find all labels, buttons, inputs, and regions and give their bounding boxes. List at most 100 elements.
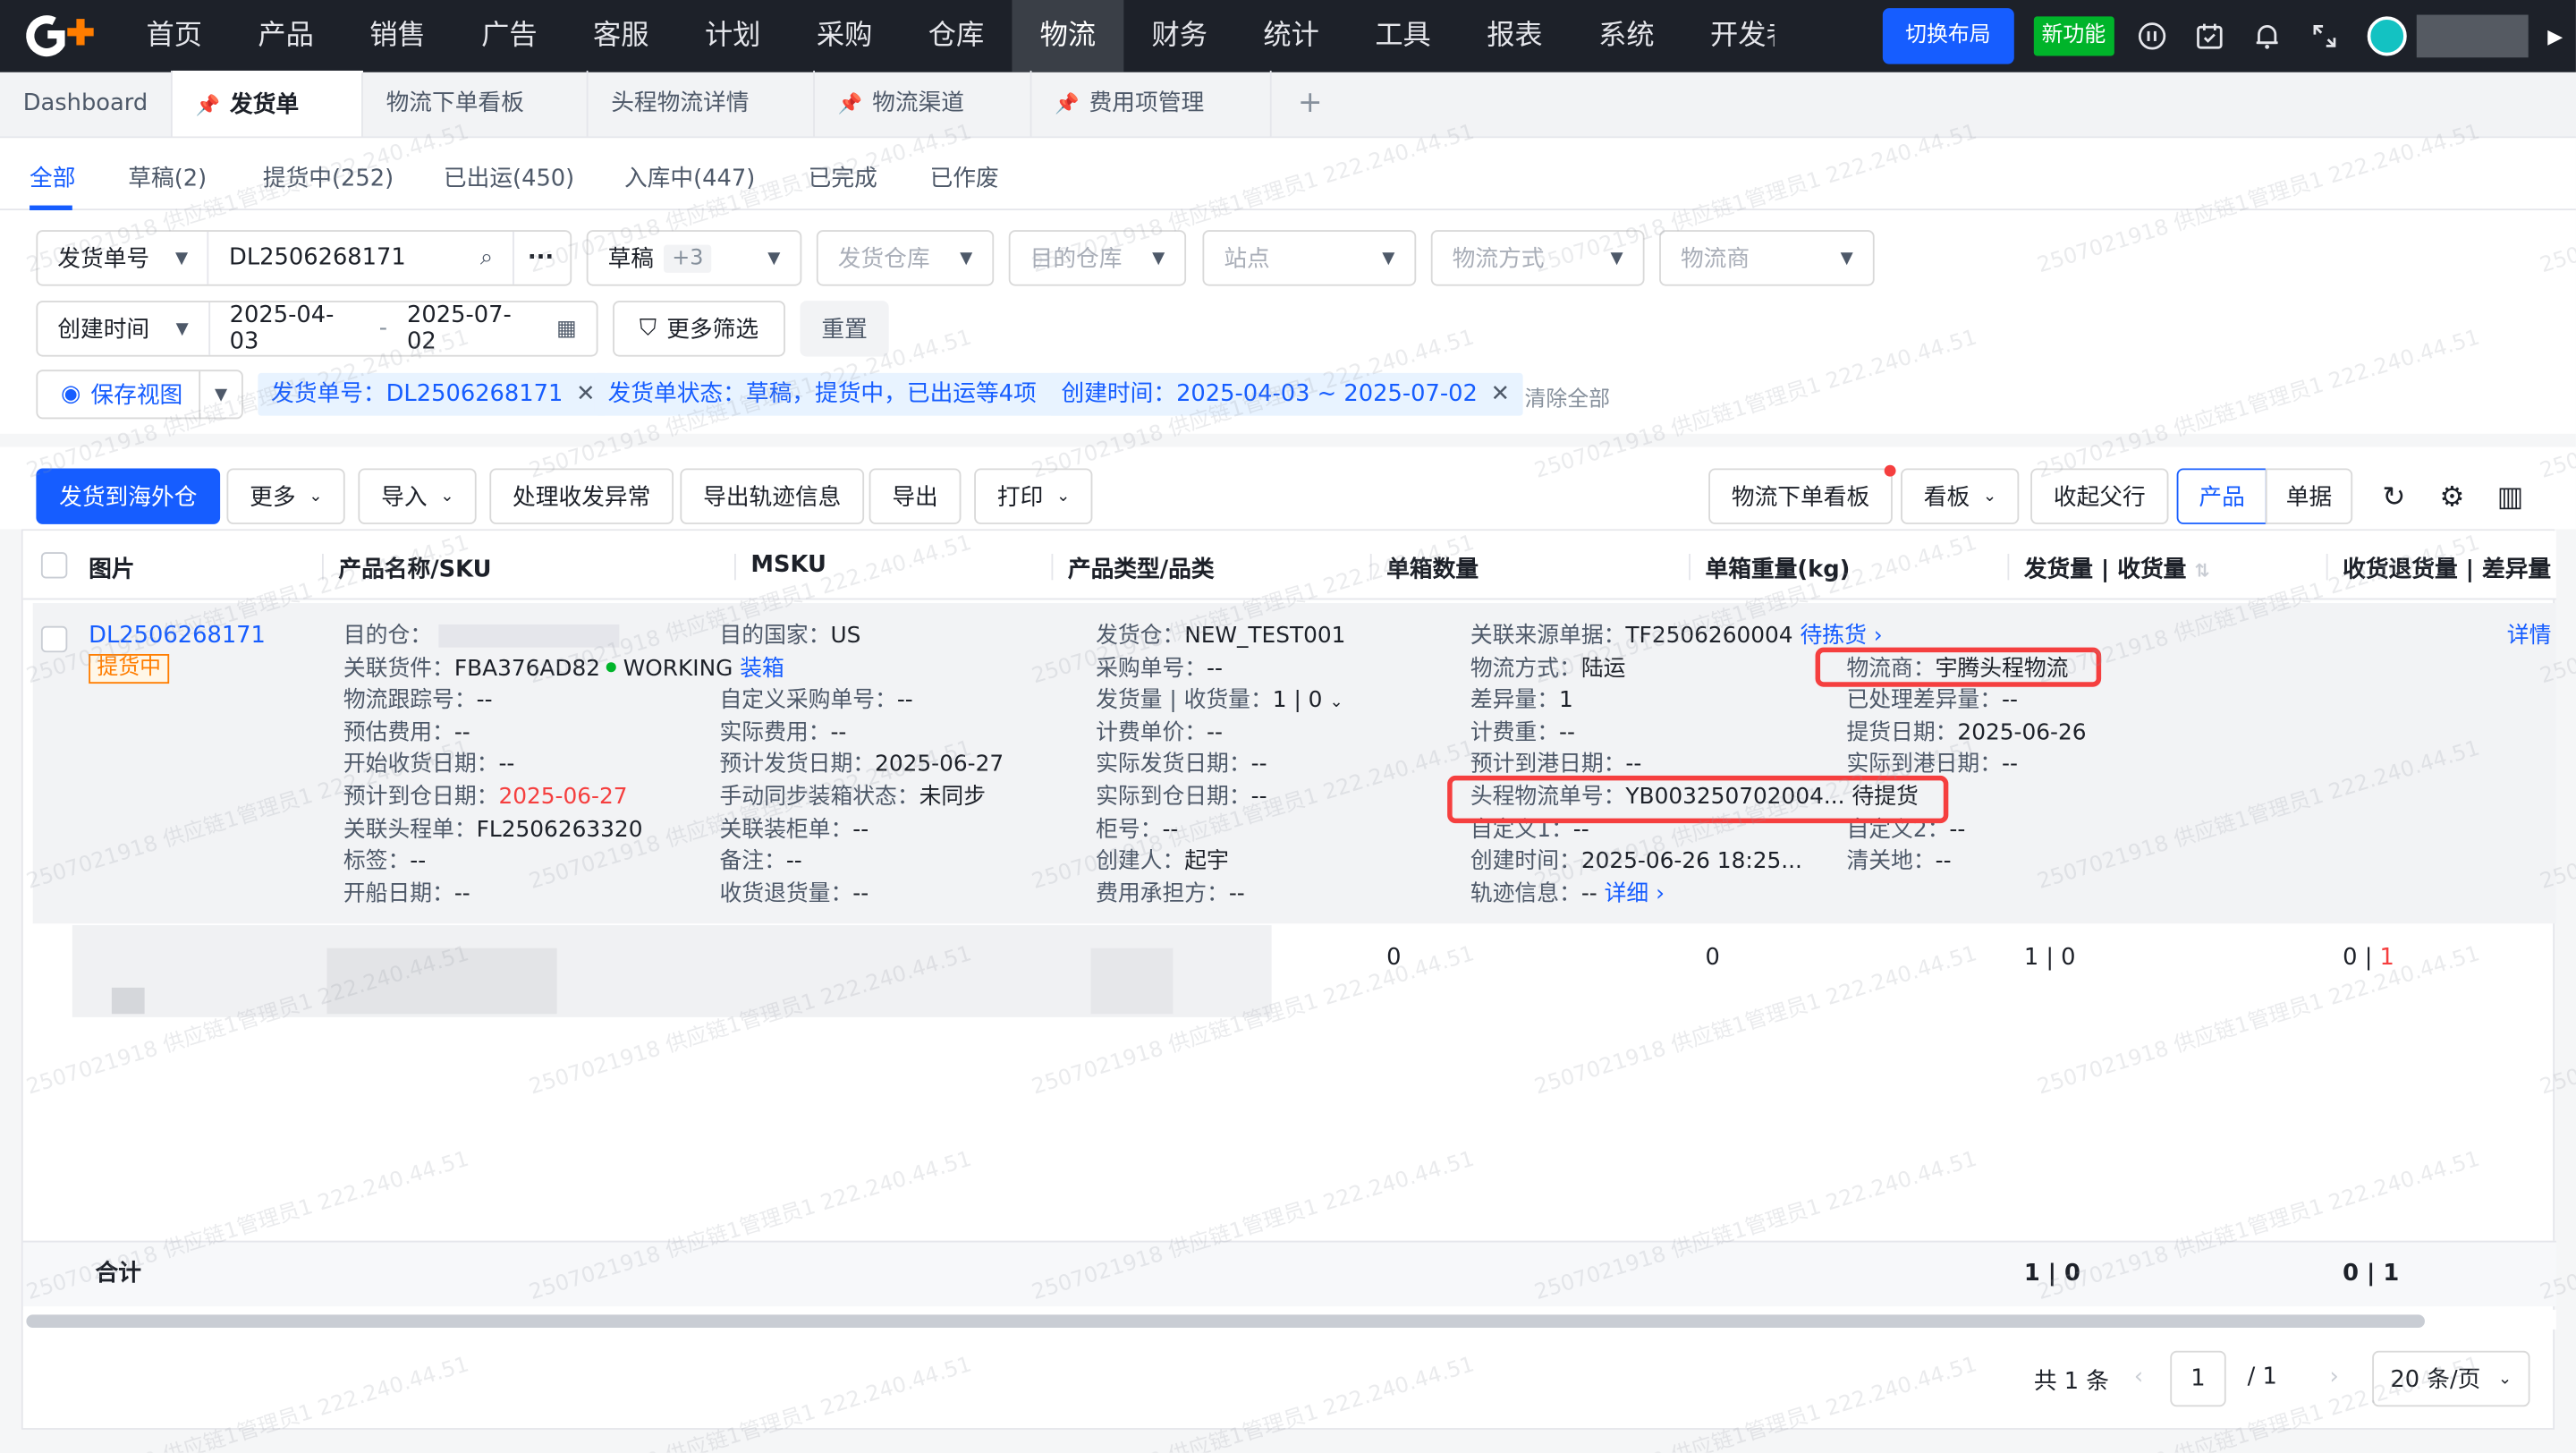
- scrollbar-thumb[interactable]: [26, 1314, 2425, 1329]
- shipment-id-link[interactable]: DL2506268171: [89, 621, 266, 653]
- export-button[interactable]: 导出: [869, 468, 962, 524]
- source-status-link[interactable]: 待拣货: [1800, 623, 1866, 649]
- import-dropdown[interactable]: 导入 ⌄: [358, 468, 478, 524]
- nav-item-reports[interactable]: 报表: [1459, 0, 1571, 72]
- reset-button[interactable]: 重置: [800, 301, 889, 357]
- field-label: 标签：: [343, 848, 411, 875]
- more-dropdown[interactable]: 更多 ⌄: [226, 468, 346, 524]
- nav-item-home[interactable]: 首页: [118, 0, 230, 72]
- nav-item-sales[interactable]: 销售: [342, 0, 453, 72]
- select-all-checkbox[interactable]: [40, 552, 68, 579]
- collapse-parent-button[interactable]: 收起父行: [2030, 468, 2169, 524]
- switch-layout-button[interactable]: 切换布局: [1882, 8, 2014, 64]
- nav-item-developer[interactable]: 开发者: [1682, 0, 1775, 72]
- nav-item-warehouse[interactable]: 仓库: [901, 0, 1013, 72]
- caret-right-icon[interactable]: ▶: [2547, 25, 2563, 48]
- nav-item-system[interactable]: 系统: [1571, 0, 1682, 72]
- close-icon[interactable]: ✕: [1491, 373, 1511, 416]
- status-tab-inbound[interactable]: 入库中(447): [624, 161, 755, 194]
- chevron-down-icon[interactable]: ▼: [199, 371, 242, 418]
- nav-item-service[interactable]: 客服: [565, 0, 677, 72]
- site-select[interactable]: 站点 ▼: [1202, 230, 1417, 286]
- more-filters-button[interactable]: ⛉ 更多筛选: [613, 301, 785, 357]
- nav-item-plan[interactable]: 计划: [677, 0, 789, 72]
- close-icon[interactable]: ✕: [576, 373, 596, 416]
- info-icon[interactable]: [2137, 21, 2166, 51]
- ship-warehouse-select[interactable]: 发货仓库 ▼: [816, 230, 995, 286]
- status-tab-shipped[interactable]: 已出运(450): [444, 161, 574, 194]
- field-diff-qty: 差异量：1: [1470, 685, 1573, 718]
- page-tab-channels[interactable]: 📌 物流渠道: [815, 70, 1032, 137]
- col-header-ship-recv[interactable]: 发货量 | 收货量 ⇅: [2024, 552, 2209, 585]
- page-tab-fee-items[interactable]: 📌 费用项管理: [1031, 70, 1272, 137]
- carrier-select[interactable]: 物流商 ▼: [1659, 230, 1875, 286]
- date-separator: -: [378, 315, 388, 343]
- status-tab-draft[interactable]: 草稿(2): [128, 161, 207, 194]
- date-range-picker[interactable]: 2025-04-03 - 2025-07-02 ▦: [210, 302, 597, 355]
- search-input[interactable]: DL2506268171 ⌕: [209, 232, 513, 285]
- view-doc-toggle[interactable]: 单据: [2265, 468, 2353, 524]
- page-tab-dashboard[interactable]: Dashboard: [0, 70, 173, 137]
- col-header-box-weight: 单箱重量(kg): [1705, 557, 1851, 584]
- prev-page-icon[interactable]: ‹: [2134, 1364, 2143, 1389]
- total-return-diff: 0 | 1: [2343, 1260, 2400, 1287]
- page-input[interactable]: 1: [2170, 1350, 2226, 1407]
- field-label: 目的仓：: [343, 623, 433, 650]
- field-value: FBA376AD82: [453, 655, 601, 682]
- clear-all-link[interactable]: 清除全部: [1524, 381, 1610, 412]
- field-ship-recv-qty: 发货量 | 收货量：1 | 0 ⌄: [1096, 685, 1343, 719]
- row-checkbox[interactable]: [40, 625, 68, 653]
- fullscreen-icon[interactable]: [2309, 21, 2339, 51]
- track-detail-link[interactable]: 详细: [1605, 880, 1649, 906]
- date-field-select[interactable]: 创建时间 ▼: [38, 302, 208, 355]
- columns-icon[interactable]: ▥: [2497, 481, 2524, 514]
- search-icon[interactable]: ⌕: [480, 245, 493, 271]
- page-tab-shipment[interactable]: 📌 发货单: [172, 70, 363, 137]
- status-tab-voided[interactable]: 已作废: [930, 161, 999, 194]
- settings-icon[interactable]: ⚙: [2439, 481, 2464, 514]
- export-track-button[interactable]: 导出轨迹信息: [680, 468, 865, 524]
- board-dropdown[interactable]: 看板 ⌄: [1901, 468, 2021, 524]
- calendar-check-icon[interactable]: [2194, 21, 2224, 51]
- more-options-icon[interactable]: ···: [514, 232, 570, 285]
- nav-item-stats[interactable]: 统计: [1235, 0, 1347, 72]
- nav-item-finance[interactable]: 财务: [1123, 0, 1235, 72]
- print-dropdown[interactable]: 打印 ⌄: [974, 468, 1094, 524]
- nav-item-product[interactable]: 产品: [230, 0, 342, 72]
- status-tab-completed[interactable]: 已完成: [809, 161, 877, 194]
- nav-item-tools[interactable]: 工具: [1347, 0, 1459, 72]
- detail-link[interactable]: 详情: [2507, 621, 2552, 653]
- avatar[interactable]: [2367, 16, 2407, 56]
- dest-warehouse-select[interactable]: 目的仓库 ▼: [1008, 230, 1187, 286]
- save-view-button[interactable]: ◉ 保存视图 ▼: [36, 370, 243, 420]
- status-tab-picking[interactable]: 提货中(252): [263, 161, 394, 194]
- order-board-button[interactable]: 物流下单看板: [1708, 464, 1896, 524]
- search-field-select[interactable]: 发货单号 ▼: [38, 232, 208, 285]
- page-tab-headway-detail[interactable]: 头程物流详情: [588, 70, 815, 137]
- app-logo[interactable]: [0, 0, 118, 72]
- bell-icon[interactable]: [2252, 21, 2282, 51]
- nav-item-purchase[interactable]: 采购: [789, 0, 901, 72]
- field-value: --: [1207, 719, 1223, 746]
- refresh-icon[interactable]: ↻: [2382, 481, 2405, 514]
- page-tab-order-board[interactable]: 物流下单看板: [363, 70, 589, 137]
- status-select[interactable]: 草稿 +3 ▼: [586, 230, 802, 286]
- ship-overseas-button[interactable]: 发货到海外仓: [36, 468, 221, 524]
- nav-item-logistics[interactable]: 物流: [1012, 0, 1124, 72]
- chevron-down-icon[interactable]: ⌄: [1329, 693, 1343, 711]
- nav-item-ads[interactable]: 广告: [453, 0, 565, 72]
- field-value: --: [1625, 752, 1642, 778]
- sort-icon[interactable]: ⇅: [2194, 560, 2209, 582]
- field-value: --: [852, 816, 869, 843]
- packing-link[interactable]: 装箱: [740, 655, 784, 681]
- horizontal-scrollbar[interactable]: [22, 1309, 2556, 1330]
- handle-exception-button[interactable]: 处理收发异常: [489, 468, 674, 524]
- page-size-select[interactable]: 20 条/页 ⌄: [2372, 1350, 2530, 1407]
- add-tab-icon[interactable]: +: [1272, 71, 1349, 136]
- next-page-icon[interactable]: ›: [2329, 1364, 2338, 1389]
- logistics-method-select[interactable]: 物流方式 ▼: [1430, 230, 1645, 286]
- new-feature-button[interactable]: 新功能: [2033, 16, 2114, 56]
- status-tab-all[interactable]: 全部: [30, 161, 75, 194]
- view-product-toggle[interactable]: 产品: [2176, 468, 2267, 524]
- product-image-redacted: [111, 987, 145, 1015]
